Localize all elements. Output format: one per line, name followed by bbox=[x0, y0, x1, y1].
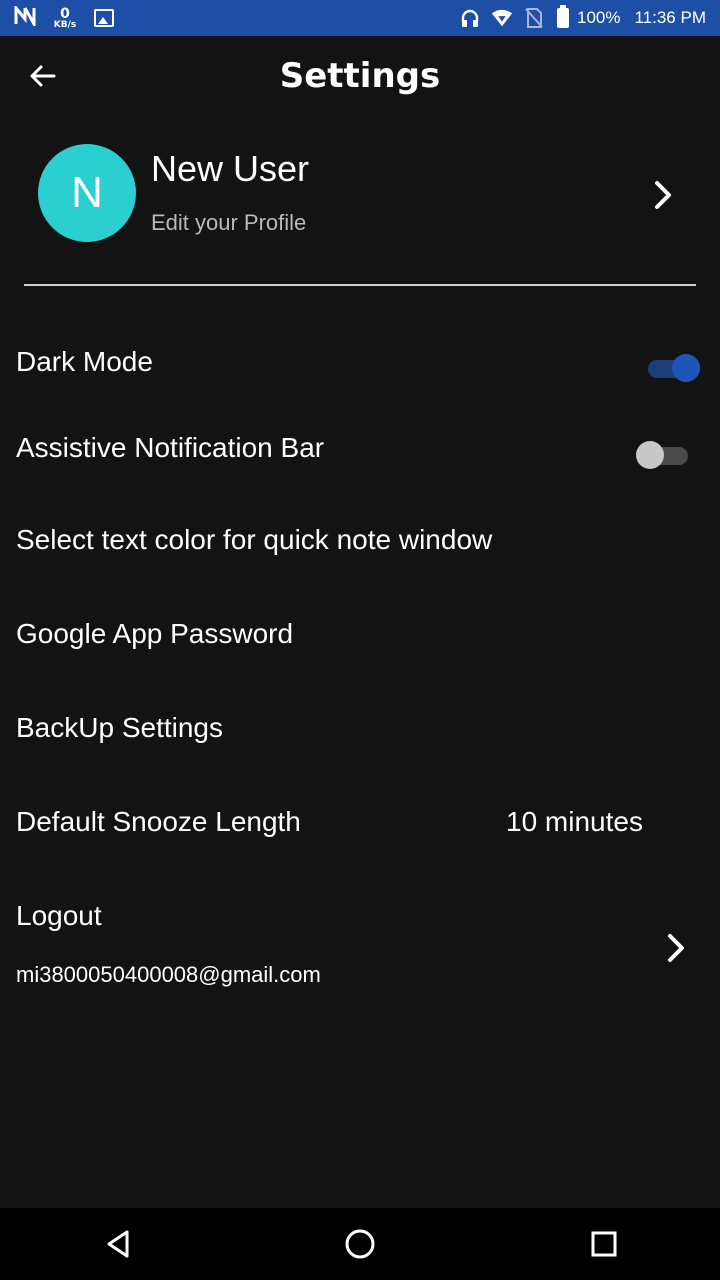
nav-recents-button[interactable] bbox=[584, 1224, 624, 1264]
chevron-right-icon bbox=[655, 181, 671, 209]
battery-icon bbox=[557, 5, 569, 28]
headphones-icon bbox=[459, 8, 481, 28]
backup-label: BackUp Settings bbox=[16, 712, 223, 743]
chevron-right-icon bbox=[668, 934, 684, 962]
no-sim-icon bbox=[523, 8, 545, 28]
profile-divider bbox=[24, 284, 696, 286]
dark-mode-toggle[interactable] bbox=[644, 352, 700, 384]
setting-snooze-length[interactable]: Default Snooze Length 10 minutes bbox=[0, 800, 720, 850]
network-speed-value: 0 bbox=[60, 5, 70, 22]
battery-percent: 100% bbox=[577, 8, 621, 27]
setting-logout[interactable]: Logout mi3800050400008@gmail.com bbox=[0, 894, 720, 1004]
logout-chevron-button[interactable] bbox=[656, 928, 696, 968]
account-email: mi3800050400008@gmail.com bbox=[16, 962, 321, 987]
app-notification-icon bbox=[14, 3, 38, 31]
setting-backup[interactable]: BackUp Settings bbox=[0, 706, 720, 756]
assistive-bar-toggle[interactable] bbox=[636, 439, 692, 471]
setting-assistive-bar[interactable]: Assistive Notification Bar bbox=[0, 428, 720, 478]
toggle-knob bbox=[672, 354, 700, 382]
image-notification-icon bbox=[94, 9, 114, 27]
network-speed: 0 KB/s bbox=[50, 7, 80, 30]
square-recents-icon bbox=[591, 1231, 617, 1257]
avatar: N bbox=[38, 144, 136, 242]
system-nav-bar bbox=[0, 1208, 720, 1280]
network-speed-unit: KB/s bbox=[53, 19, 77, 30]
google-password-label: Google App Password bbox=[16, 618, 294, 649]
text-color-label: Select text color for quick note window bbox=[16, 524, 493, 555]
snooze-value: 10 minutes bbox=[506, 806, 643, 837]
setting-google-password[interactable]: Google App Password bbox=[0, 612, 720, 662]
setting-text-color[interactable]: Select text color for quick note window bbox=[0, 518, 720, 568]
edit-profile-link[interactable]: Edit your Profile bbox=[151, 210, 306, 236]
status-bar: 0 KB/s 100% 11:36 PM bbox=[0, 0, 720, 36]
setting-dark-mode[interactable]: Dark Mode bbox=[0, 340, 720, 390]
snooze-label: Default Snooze Length bbox=[16, 806, 301, 837]
nav-home-button[interactable] bbox=[340, 1224, 380, 1264]
app-header: Settings bbox=[0, 36, 720, 120]
assistive-bar-label: Assistive Notification Bar bbox=[16, 432, 325, 463]
profile-name: New User bbox=[151, 148, 310, 189]
profile-chevron-button[interactable] bbox=[640, 172, 686, 218]
triangle-back-icon bbox=[107, 1230, 129, 1258]
clock: 11:36 PM bbox=[634, 8, 706, 27]
circle-home-icon bbox=[345, 1229, 375, 1259]
dark-mode-label: Dark Mode bbox=[16, 346, 153, 377]
wifi-icon bbox=[491, 8, 513, 28]
profile-card[interactable]: N New User Edit your Profile bbox=[0, 130, 720, 260]
nav-back-button[interactable] bbox=[98, 1224, 138, 1264]
toggle-knob bbox=[636, 441, 664, 469]
page-title: Settings bbox=[279, 56, 441, 96]
logout-label: Logout bbox=[16, 900, 102, 931]
